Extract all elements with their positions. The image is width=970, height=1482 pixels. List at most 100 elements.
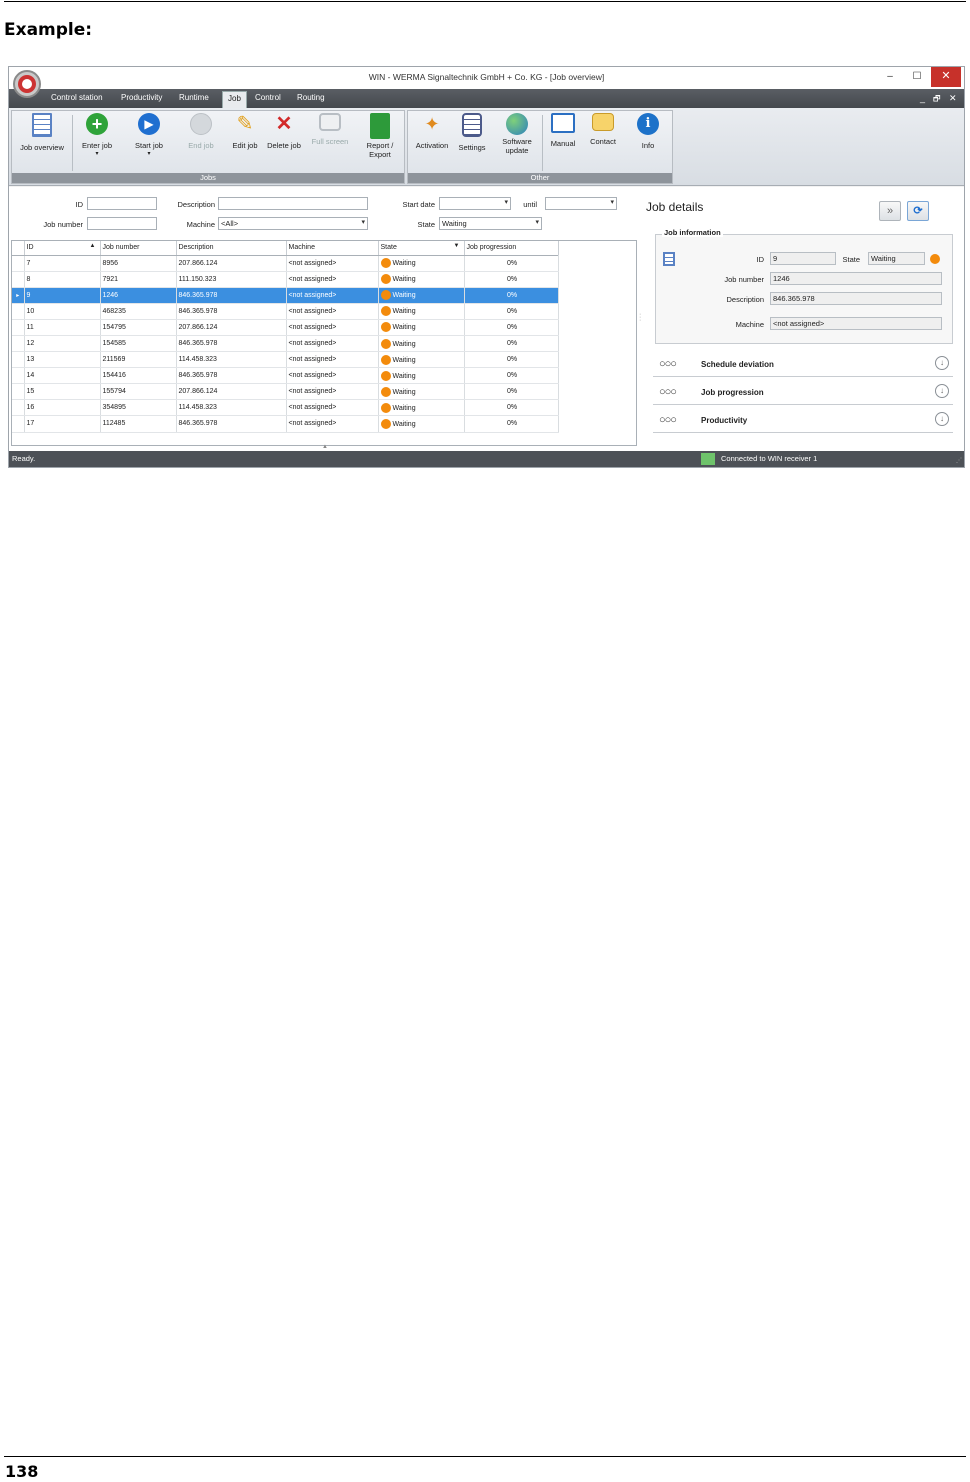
- cell-job-number: 354895: [100, 399, 177, 417]
- row-indicator-header: [12, 241, 25, 256]
- refresh-button[interactable]: ⟳: [907, 201, 929, 221]
- mdi-close-button[interactable]: ✕: [949, 93, 957, 104]
- menu-productivity[interactable]: Productivity: [121, 93, 162, 102]
- activation-label: Activation: [415, 141, 449, 150]
- manual-button[interactable]: Manual: [545, 113, 581, 148]
- column-header-job-number[interactable]: Job number: [100, 241, 177, 256]
- resize-grip-icon[interactable]: ⋰: [956, 457, 962, 464]
- column-header-state[interactable]: State ▼: [378, 241, 465, 256]
- table-row[interactable]: 8 7921 111.150.323 <not assigned> Waiting 0%: [12, 271, 559, 288]
- column-header-id[interactable]: ID ▲: [24, 241, 101, 256]
- column-header-description[interactable]: Description: [176, 241, 287, 256]
- cell-id: 13: [24, 351, 101, 369]
- expand-icon[interactable]: ↓: [935, 384, 949, 398]
- start-date-picker[interactable]: [439, 197, 511, 210]
- details-description-label: Description: [726, 295, 764, 304]
- expand-icon[interactable]: ↓: [935, 412, 949, 426]
- full-screen-button[interactable]: Full screen: [308, 113, 352, 146]
- menu-job[interactable]: Job: [222, 91, 247, 108]
- job-overview-label: Job overview: [20, 143, 64, 152]
- schedule-deviation-label: Schedule deviation: [701, 360, 774, 369]
- table-row[interactable]: 7 8956 207.866.124 <not assigned> Waiting 0%: [12, 255, 559, 272]
- menu-control-station[interactable]: Control station: [51, 93, 103, 102]
- mdi-restore-button[interactable]: 🗗: [933, 93, 941, 107]
- menu-control[interactable]: Control: [255, 93, 281, 102]
- job-progression-section[interactable]: ○○○ Job progression ↓: [653, 379, 953, 405]
- cell-machine: <not assigned>: [286, 287, 379, 304]
- delete-job-button[interactable]: ✕ Delete job: [264, 113, 304, 150]
- connection-status-text: Connected to WIN receiver 1: [721, 454, 818, 463]
- column-header-job-progression[interactable]: Job progression: [464, 241, 559, 256]
- until-label: until: [523, 200, 537, 209]
- vertical-splitter-handle[interactable]: · · ·: [639, 311, 641, 324]
- schedule-deviation-section[interactable]: ○○○ Schedule deviation ↓: [653, 351, 953, 377]
- cell-job-number: 155794: [100, 383, 177, 401]
- enter-job-button[interactable]: + Enter job ▾: [76, 113, 118, 159]
- table-row[interactable]: 15 155794 207.866.124 <not assigned> Waiting…: [12, 383, 559, 401]
- state-filter-dropdown[interactable]: Waiting: [439, 217, 542, 230]
- info-button[interactable]: i Info: [630, 113, 666, 150]
- table-row[interactable]: 11 154795 207.866.124 <not assigned> Waiting…: [12, 319, 559, 336]
- table-row[interactable]: 16 354895 114.458.323 <not assigned> Waiting…: [12, 399, 559, 417]
- cell-machine: <not assigned>: [286, 383, 379, 401]
- status-bar: Ready. Connected to WIN receiver 1 ⋰: [9, 451, 964, 467]
- menu-runtime[interactable]: Runtime: [179, 93, 209, 102]
- cell-machine: <not assigned>: [286, 367, 379, 385]
- table-row[interactable]: 10 468235 846.365.978 <not assigned> Waiting…: [12, 303, 559, 320]
- ribbon-group-other: ✦ Activation Settings Software update Ma…: [407, 110, 673, 184]
- ribbon-group-jobs: Job overview + Enter job ▾ ▶ Start job ▾ E…: [11, 110, 405, 184]
- collapse-all-button[interactable]: »: [879, 201, 901, 221]
- activation-button[interactable]: ✦ Activation: [410, 113, 454, 150]
- expand-icon[interactable]: ↓: [935, 356, 949, 370]
- cell-description: 846.365.978: [176, 335, 287, 353]
- cell-job-progression: 0%: [464, 367, 559, 385]
- report-export-button[interactable]: Report / Export: [358, 113, 402, 159]
- state-dot-icon: [380, 354, 391, 365]
- table-row[interactable]: 14 154416 846.365.978 <not assigned> Waiting…: [12, 367, 559, 385]
- productivity-section[interactable]: ○○○ Productivity ↓: [653, 407, 953, 433]
- cell-state: Waiting: [378, 319, 465, 336]
- state-text: Waiting: [392, 275, 416, 283]
- table-row[interactable]: 13 211569 114.458.323 <not assigned> Waiting…: [12, 351, 559, 369]
- machine-filter-dropdown[interactable]: <All>: [218, 217, 368, 230]
- table-row[interactable]: 17 112485 846.365.978 <not assigned> Waiting…: [12, 415, 559, 433]
- description-filter-input[interactable]: [218, 197, 368, 210]
- row-indicator: [12, 319, 25, 336]
- cell-id: 10: [24, 303, 101, 320]
- software-update-button[interactable]: Software update: [496, 113, 538, 155]
- start-job-button[interactable]: ▶ Start job ▾: [128, 113, 170, 159]
- contact-button[interactable]: Contact: [584, 113, 622, 146]
- cell-description: 846.365.978: [176, 367, 287, 385]
- splitter-handle-icon[interactable]: ▲: [322, 444, 328, 450]
- id-filter-input[interactable]: [87, 197, 157, 210]
- row-indicator: [12, 303, 25, 320]
- cell-job-progression: 0%: [464, 415, 559, 433]
- job-number-filter-input[interactable]: [87, 217, 157, 230]
- edit-job-button[interactable]: ✎ Edit job: [226, 113, 264, 150]
- until-date-picker[interactable]: [545, 197, 617, 210]
- cell-id: 11: [24, 319, 101, 336]
- menu-routing[interactable]: Routing: [297, 93, 325, 102]
- maximize-button[interactable]: ☐: [902, 67, 932, 87]
- table-row[interactable]: ▸ 9 1246 846.365.978 <not assigned> Waiting 0%: [12, 287, 559, 304]
- table-row[interactable]: 12 154585 846.365.978 <not assigned> Waiting…: [12, 335, 559, 353]
- minimize-button[interactable]: –: [875, 67, 905, 87]
- column-header-id-label: ID: [26, 244, 34, 252]
- mdi-minimize-button[interactable]: _: [920, 93, 925, 103]
- state-text: Waiting: [392, 259, 416, 267]
- end-job-button[interactable]: End job: [180, 113, 222, 150]
- job-overview-button[interactable]: Job overview: [14, 113, 70, 152]
- close-button[interactable]: ✕: [931, 67, 961, 87]
- cell-id: 15: [24, 383, 101, 401]
- cell-state: Waiting: [378, 287, 465, 304]
- settings-button[interactable]: Settings: [454, 113, 490, 152]
- row-indicator: [12, 351, 25, 369]
- cell-description: 114.458.323: [176, 399, 287, 417]
- cell-description: 114.458.323: [176, 351, 287, 369]
- end-job-label: End job: [188, 141, 214, 150]
- filter-arrow-icon: ▼: [453, 243, 460, 249]
- column-header-machine[interactable]: Machine: [286, 241, 379, 256]
- app-logo-icon[interactable]: [13, 70, 41, 98]
- cell-job-progression: 0%: [464, 335, 559, 353]
- window-title: WIN - WERMA Signaltechnik GmbH + Co. KG …: [368, 72, 605, 82]
